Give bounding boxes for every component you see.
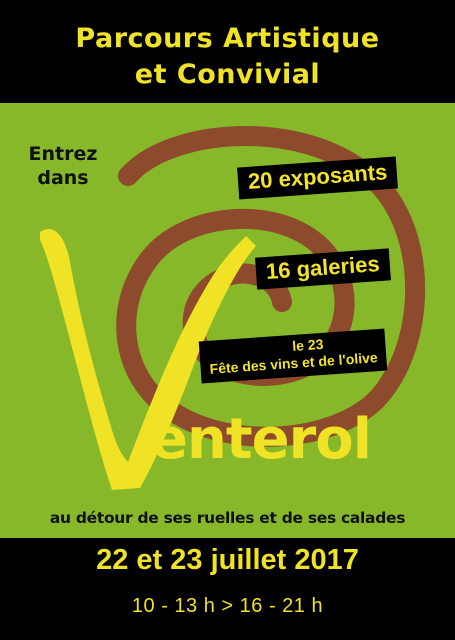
intro-line2: dans — [37, 167, 89, 189]
event-poster: Parcours Artistique et Convivial Entrez … — [0, 0, 455, 640]
village-name-rest: enterol — [150, 407, 372, 472]
village-name: Venterol — [98, 408, 455, 472]
tagline: au détour de ses ruelles et de ses calad… — [49, 509, 406, 527]
event-dates: 22 et 23 juillet 2017 — [96, 544, 359, 576]
event-hours: 10 - 13 h > 16 - 21 h — [131, 595, 324, 617]
intro-text: Entrez dans — [18, 142, 108, 190]
intro-line1: Entrez — [28, 143, 98, 165]
